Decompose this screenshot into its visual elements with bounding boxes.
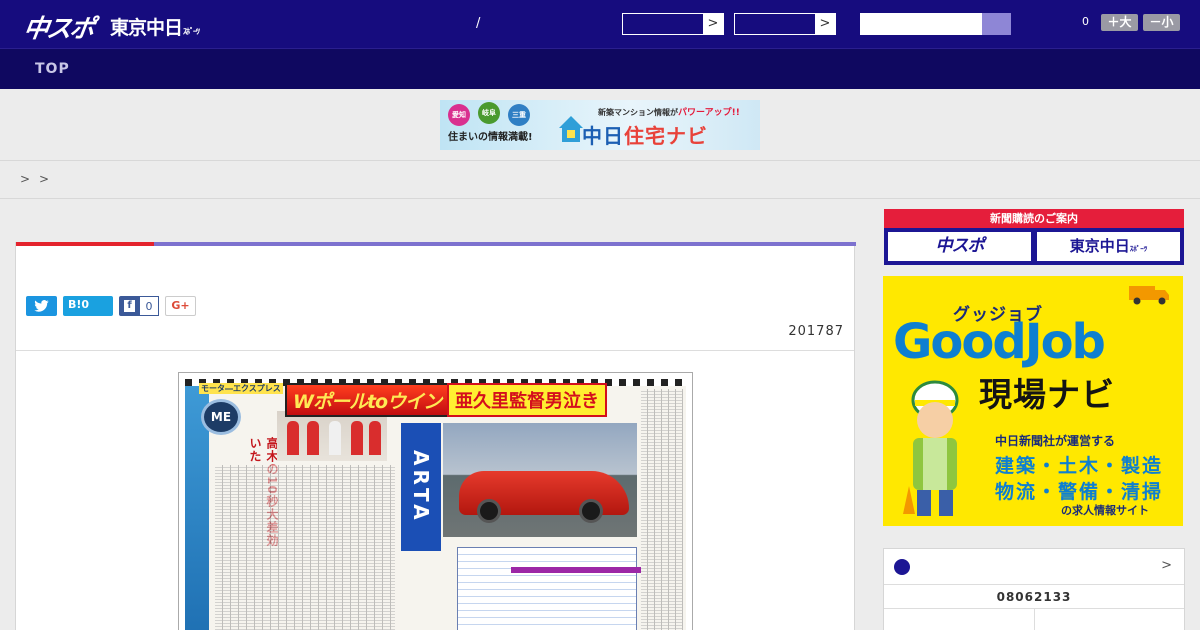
person-figure [329,421,341,455]
banner-area: 愛知 岐阜 三重 住まいの情報満載! 新築マンション情報がパワーアップ!! 中日… [0,89,1200,161]
baseball-icon [894,559,910,575]
subscription-heading: 新聞購読のご案内 [884,209,1184,228]
article-accent-bar-red [16,242,154,246]
tokyo-logo-text: 東京中日 [110,17,183,39]
banner-headline-text: 新築マンション情報が [598,108,678,117]
subscribe-tokyo-text: 東京中日 [1069,237,1130,255]
search-input[interactable] [860,13,984,35]
article-date: 201787 [788,324,844,339]
house-icon [559,116,583,142]
hatena-label: B!0 [68,298,90,311]
banner-title: 中日住宅ナビ [582,120,708,149]
goodjob-genba-navi-ad[interactable]: グッジョブ GoodJob 現場ナビ 中日新聞社が運営する 建築・土木・製造 物… [883,276,1183,526]
nav-item-top[interactable]: TOP [35,61,70,77]
goodjob-line-1: 中日新聞社が運営する [995,434,1116,448]
subscription-box: 新聞購読のご案内 中スポ 東京中日ｽﾎﾟｰﾂ [884,209,1184,265]
tokyo-chunichi-logo[interactable]: 東京中日ｽﾎﾟｰﾂ [110,13,200,40]
newspaper-headline-1: Wポールtoウイン [285,383,450,417]
article-divider [16,350,854,351]
breadcrumb-separator: > [20,172,31,186]
banner-tag-mie: 三重 [508,104,530,126]
subscribe-tokyo-chunichi-button[interactable]: 東京中日ｽﾎﾟｰﾂ [1037,232,1180,261]
hatena-bookmark-button[interactable]: B!0 [63,296,113,316]
breadcrumb-separator: > [39,172,50,186]
facebook-share-count: 0 [139,296,159,316]
banner-headline: 新築マンション情報がパワーアップ!! [598,105,740,118]
car-wheel [477,499,501,523]
arta-vertical-title: ARTA [401,423,441,551]
twitter-bird-icon [34,300,49,312]
breadcrumb: > > [0,161,1200,199]
person-figure [287,421,299,455]
subscribe-chuspo-button[interactable]: 中スポ [888,232,1031,261]
newspaper-page-image[interactable]: モータ―エクスプレス ME 高木の10秒大差効いた Wポールtoウイン 亜久里監… [178,372,693,630]
select-arrow-icon: > [703,14,723,34]
truck-icon [1129,286,1169,305]
facebook-icon: f [124,300,135,312]
sports-cell-divider [1034,609,1035,630]
search-button[interactable] [982,13,1011,35]
chuspo-logo[interactable]: 中スポ [21,9,95,45]
site-header: 中スポ 東京中日ｽﾎﾟｰﾂ / > > 0 ＋大 －小 [0,0,1200,48]
subscribe-tokyo-small: ｽﾎﾟｰﾂ [1129,245,1148,253]
banner-title-b: 住宅ナビ [624,124,708,148]
car-wheel [579,499,603,523]
banner-tag-aichi: 愛知 [448,104,470,126]
google-plus-share-button[interactable]: G+ [165,296,196,316]
goodjob-subtitle: 現場ナビ [979,375,1115,414]
results-table-header-bar [511,567,641,573]
twitter-share-button[interactable] [26,296,57,316]
sports-more-link[interactable]: > [1161,558,1172,573]
article-panel: B!0 f 0 G+ 201787 モータ―エクスプレス ME 高木の10秒大差… [15,242,856,630]
newspaper-inner: モータ―エクスプレス ME 高木の10秒大差効いた Wポールtoウイン 亜久里監… [185,379,686,630]
header-select-2[interactable]: > [734,13,836,35]
font-size-up-button[interactable]: ＋大 [1101,14,1138,31]
facebook-share-button[interactable]: f 0 [119,296,159,316]
housing-navi-banner[interactable]: 愛知 岐阜 三重 住まいの情報満載! 新築マンション情報がパワーアップ!! 中日… [440,100,760,150]
header-separator: / [476,16,481,31]
font-size-down-button[interactable]: －小 [1143,14,1180,31]
goodjob-line-3: 物流・警備・清掃 [995,481,1164,503]
person-figure [369,421,381,455]
race-car-photo [443,423,637,537]
goodjob-title: GoodJob [893,314,1106,370]
person-figure [351,421,363,455]
sports-date: 08062133 [884,585,1184,609]
header-select-1[interactable]: > [622,13,724,35]
newspaper-text-columns [215,465,395,630]
banner-title-a: 中日 [582,124,624,148]
font-size-count: 0 [1082,15,1089,28]
race-car [459,471,629,523]
goodjob-line-4: の求人情報サイト [1061,504,1149,517]
tokyo-logo-small: ｽﾎﾟｰﾂ [183,27,200,36]
race-results-table [457,547,637,630]
team-photo [277,411,387,461]
newspaper-headline-2: 亜久里監督男泣き [447,383,607,417]
sports-box-header[interactable]: > [884,549,1184,585]
banner-headline-accent: パワーアップ!! [678,108,740,118]
motor-express-logo-icon: ME [201,399,241,435]
banner-tag-gifu: 岐阜 [478,102,500,124]
global-nav: TOP [0,48,1200,89]
newspaper-section-label: モータ―エクスプレス [199,383,283,394]
construction-worker-icon [903,380,959,516]
select-arrow-icon: > [815,14,835,34]
goodjob-line-2: 建築・土木・製造 [995,455,1164,477]
banner-subtext: 住まいの情報満載! [448,132,533,143]
sports-scores-box: > 08062133 [883,548,1185,630]
person-figure [307,421,319,455]
article-accent-bar [16,242,856,246]
newspaper-text-columns-right [641,389,683,630]
